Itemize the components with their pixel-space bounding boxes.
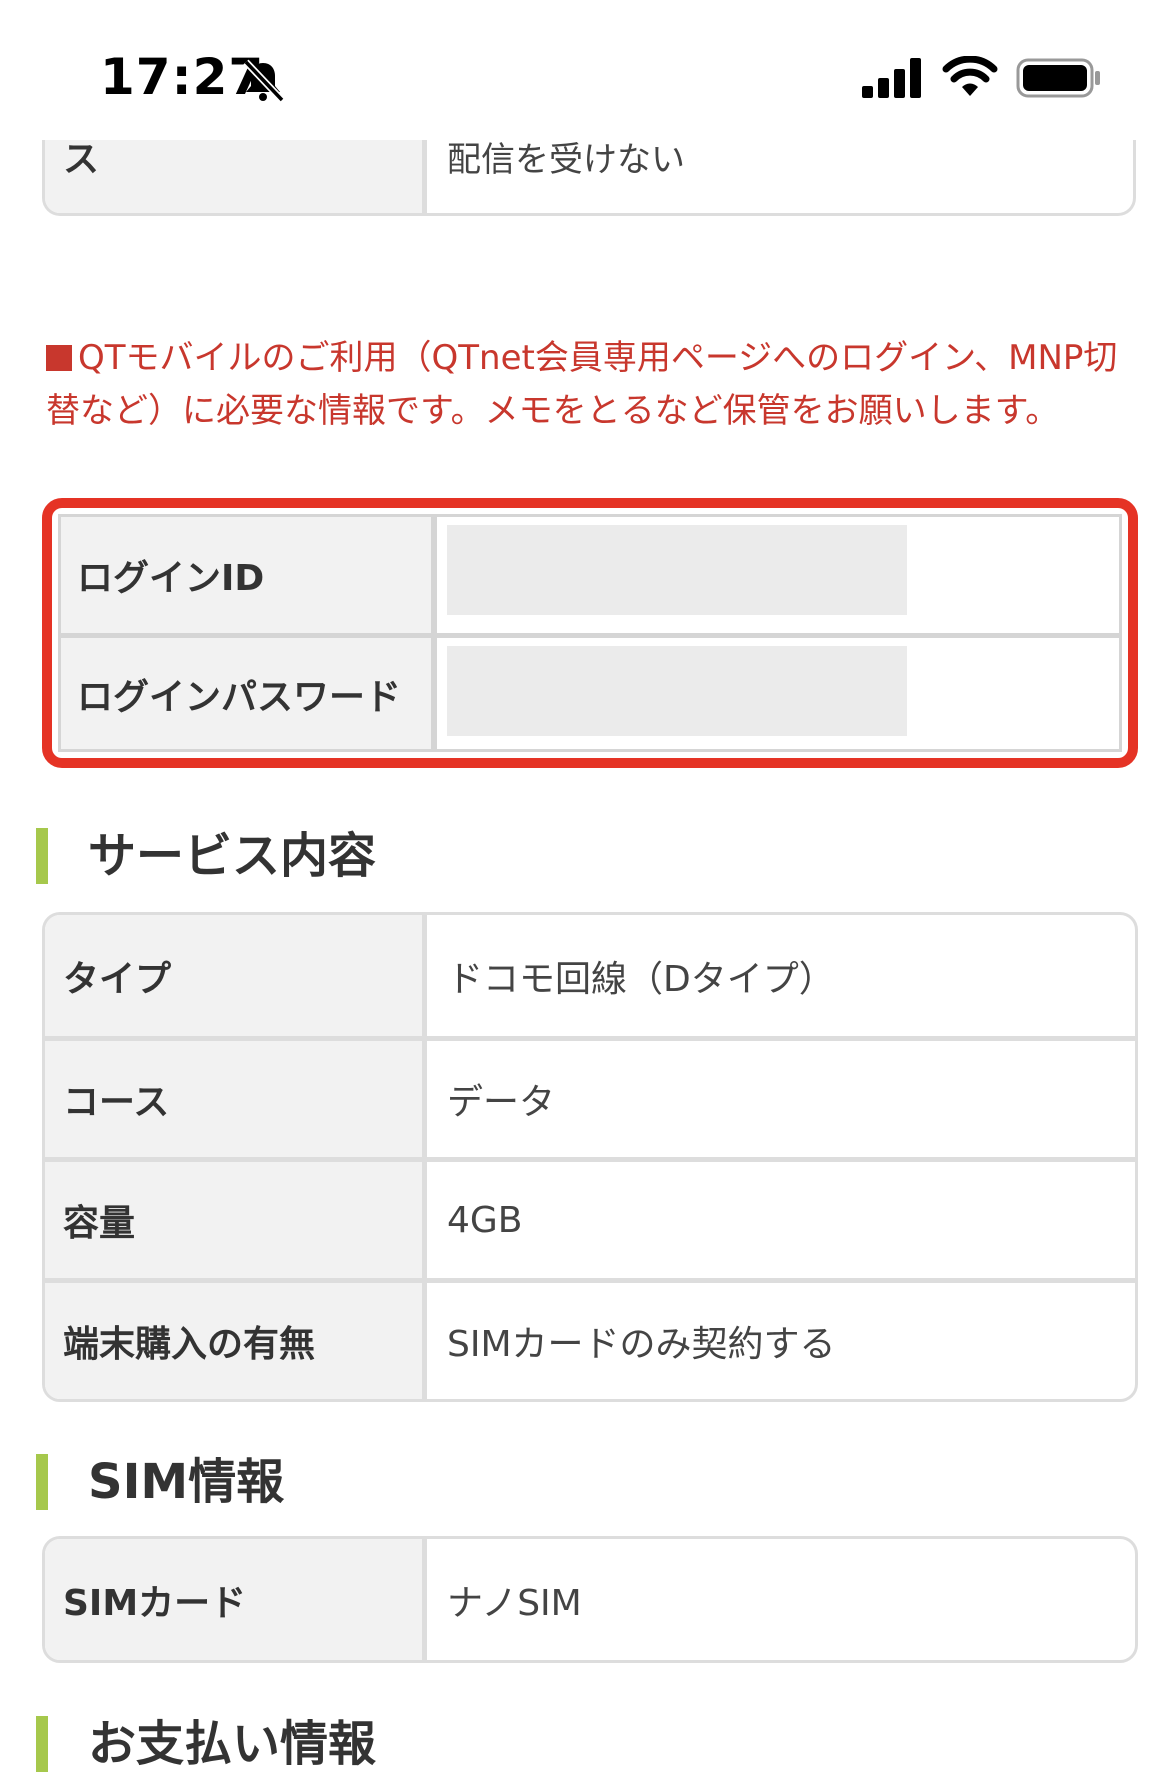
wifi-icon [942,56,998,96]
table-row: SIMカード ナノSIM [45,1539,1135,1660]
bell-slash-icon [243,59,285,103]
redacted-login-id [447,525,907,615]
status-bar: 17:27 [0,0,1170,140]
table-row: ログインパスワード [61,633,1119,749]
sim-card-value: ナノSIM [447,1582,582,1624]
type-label: タイプ [45,915,427,1036]
table-row: 端末購入の有無 SIMカードのみ契約する [45,1278,1135,1399]
table-row: 容量 4GB [45,1157,1135,1278]
cellular-signal-icon [862,58,921,98]
sim-table: SIMカード ナノSIM [42,1536,1138,1663]
login-password-value [437,638,1119,749]
login-id-label: ログインID [61,517,437,633]
notice-text: QTモバイルのご利用（QTnet会員専用ページへのログイン、MNP切替など）に必… [46,338,1118,431]
course-label: コース [45,1041,427,1157]
login-credentials-table: ログインID ログインパスワード [58,514,1122,752]
course-value: データ [447,1082,556,1123]
battery-icon [1016,58,1100,98]
login-id-value [437,517,1119,633]
payment-section-heading: お支払い情報 [36,1716,376,1772]
device-purchase-label: 端末購入の有無 [45,1283,427,1399]
table-row: コース データ [45,1036,1135,1157]
login-credentials-box: ログインID ログインパスワード [42,498,1138,768]
type-value: ドコモ回線（Dタイプ） [447,958,835,1000]
table-row: タイプ ドコモ回線（Dタイプ） [45,915,1135,1036]
device-purchase-value: SIMカードのみ契約する [447,1324,836,1365]
capacity-label: 容量 [45,1162,427,1278]
redacted-login-password [447,646,907,736]
capacity-value: 4GB [447,1199,523,1241]
login-info-notice: QTモバイルのご利用（QTnet会員専用ページへのログイン、MNP切替など）に必… [46,332,1126,438]
service-section-heading: サービス内容 [36,828,376,884]
sim-section-heading: SIM情報 [36,1454,284,1510]
red-square-icon [46,345,72,371]
table-row: ログインID [61,517,1119,633]
sim-card-label: SIMカード [45,1539,427,1660]
service-table: タイプ ドコモ回線（Dタイプ） コース データ 容量 4GB 端末購入の有無 S… [42,912,1138,1402]
login-password-label: ログインパスワード [61,638,437,749]
